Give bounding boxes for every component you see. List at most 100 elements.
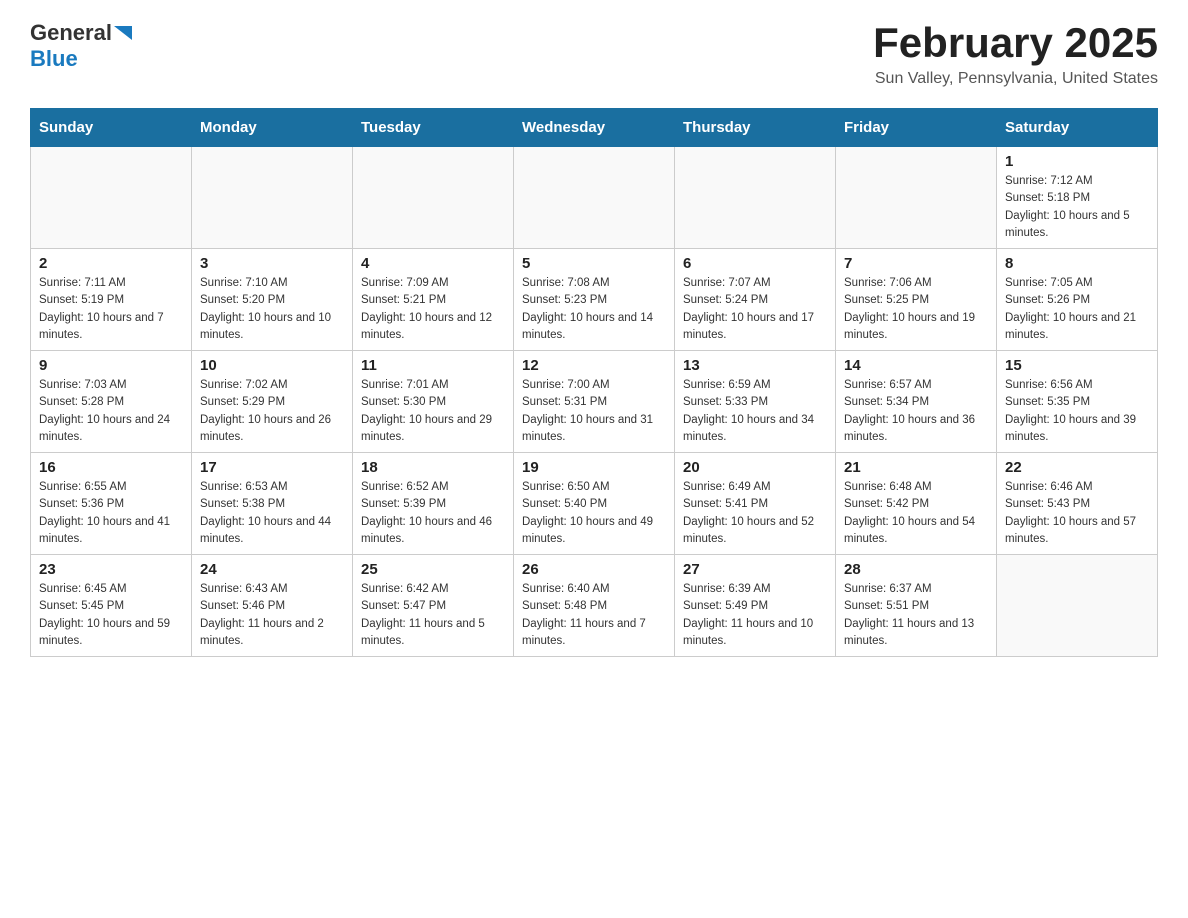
page-header: General Blue February 2025 Sun Valley, P… [30,20,1158,88]
table-row: 2 Sunrise: 7:11 AMSunset: 5:19 PMDaylight… [31,249,192,351]
table-row: 13Sunrise: 6:59 AMSunset: 5:33 PMDayligh… [675,351,836,453]
day-number: 28 [844,561,988,578]
table-row: 15 Sunrise: 6:56 AMSunset: 5:35 PMDayligh… [997,351,1158,453]
day-info: Sunrise: 6:42 AMSunset: 5:47 PMDaylight:… [361,581,505,650]
day-number: 11 [361,357,505,374]
day-number: 17 [200,459,344,476]
page-subtitle: Sun Valley, Pennsylvania, United States [873,70,1158,88]
table-row: 12Sunrise: 7:00 AMSunset: 5:31 PMDayligh… [514,351,675,453]
day-info: Sunrise: 7:10 AMSunset: 5:20 PMDaylight:… [200,275,344,344]
day-info: Sunrise: 7:12 AMSunset: 5:18 PMDaylight:… [1005,173,1149,242]
day-number: 16 [39,459,183,476]
table-row: 10 Sunrise: 7:02 AMSunset: 5:29 PMDayligh… [192,351,353,453]
table-row: 14Sunrise: 6:57 AMSunset: 5:34 PMDayligh… [836,351,997,453]
day-number: 20 [683,459,827,476]
day-info: Sunrise: 7:05 AMSunset: 5:26 PMDaylight:… [1005,275,1149,344]
table-row: 9 Sunrise: 7:03 AMSunset: 5:28 PMDaylight… [31,351,192,453]
day-number: 9 [39,357,183,374]
calendar-table: Sunday Monday Tuesday Wednesday Thursday… [30,108,1158,657]
col-tuesday: Tuesday [353,109,514,147]
day-info: Sunrise: 6:56 AMSunset: 5:35 PMDaylight:… [1005,377,1149,446]
day-info: Sunrise: 7:08 AMSunset: 5:23 PMDaylight:… [522,275,666,344]
table-row: 26 Sunrise: 6:40 AMSunset: 5:48 PMDayligh… [514,555,675,657]
logo-triangle-icon [114,22,136,44]
day-number: 3 [200,255,344,272]
table-row [675,147,836,249]
table-row: 19 Sunrise: 6:50 AMSunset: 5:40 PMDayligh… [514,453,675,555]
day-info: Sunrise: 7:03 AMSunset: 5:28 PMDaylight:… [39,377,183,446]
day-number: 19 [522,459,666,476]
day-info: Sunrise: 6:40 AMSunset: 5:48 PMDaylight:… [522,581,666,650]
table-row: 5Sunrise: 7:08 AMSunset: 5:23 PMDaylight… [514,249,675,351]
day-info: Sunrise: 7:09 AMSunset: 5:21 PMDaylight:… [361,275,505,344]
day-info: Sunrise: 6:43 AMSunset: 5:46 PMDaylight:… [200,581,344,650]
table-row: 6 Sunrise: 7:07 AMSunset: 5:24 PMDaylight… [675,249,836,351]
calendar-week-row: 16 Sunrise: 6:55 AMSunset: 5:36 PMDayligh… [31,453,1158,555]
day-number: 24 [200,561,344,578]
table-row: 3 Sunrise: 7:10 AMSunset: 5:20 PMDaylight… [192,249,353,351]
day-info: Sunrise: 6:39 AMSunset: 5:49 PMDaylight:… [683,581,827,650]
calendar-week-row: 1 Sunrise: 7:12 AMSunset: 5:18 PMDaylight… [31,147,1158,249]
day-info: Sunrise: 6:45 AMSunset: 5:45 PMDaylight:… [39,581,183,650]
table-row: 21 Sunrise: 6:48 AMSunset: 5:42 PMDayligh… [836,453,997,555]
day-info: Sunrise: 7:06 AMSunset: 5:25 PMDaylight:… [844,275,988,344]
table-row [997,555,1158,657]
day-info: Sunrise: 6:49 AMSunset: 5:41 PMDaylight:… [683,479,827,548]
col-wednesday: Wednesday [514,109,675,147]
table-row: 8 Sunrise: 7:05 AMSunset: 5:26 PMDaylight… [997,249,1158,351]
day-info: Sunrise: 6:48 AMSunset: 5:42 PMDaylight:… [844,479,988,548]
day-info: Sunrise: 6:53 AMSunset: 5:38 PMDaylight:… [200,479,344,548]
calendar-week-row: 2 Sunrise: 7:11 AMSunset: 5:19 PMDaylight… [31,249,1158,351]
table-row: 22 Sunrise: 6:46 AMSunset: 5:43 PMDayligh… [997,453,1158,555]
day-info: Sunrise: 6:37 AMSunset: 5:51 PMDaylight:… [844,581,988,650]
day-info: Sunrise: 6:52 AMSunset: 5:39 PMDaylight:… [361,479,505,548]
table-row [31,147,192,249]
table-row: 25 Sunrise: 6:42 AMSunset: 5:47 PMDayligh… [353,555,514,657]
day-number: 23 [39,561,183,578]
title-block: February 2025 Sun Valley, Pennsylvania, … [873,20,1158,88]
day-info: Sunrise: 7:02 AMSunset: 5:29 PMDaylight:… [200,377,344,446]
day-number: 4 [361,255,505,272]
day-number: 26 [522,561,666,578]
day-info: Sunrise: 7:00 AMSunset: 5:31 PMDaylight:… [522,377,666,446]
table-row: 4 Sunrise: 7:09 AMSunset: 5:21 PMDaylight… [353,249,514,351]
day-number: 13 [683,357,827,374]
logo-blue-text: Blue [30,46,78,71]
day-number: 6 [683,255,827,272]
day-number: 1 [1005,153,1149,170]
table-row [514,147,675,249]
day-info: Sunrise: 6:55 AMSunset: 5:36 PMDaylight:… [39,479,183,548]
table-row [192,147,353,249]
day-number: 14 [844,357,988,374]
day-info: Sunrise: 6:46 AMSunset: 5:43 PMDaylight:… [1005,479,1149,548]
day-info: Sunrise: 7:07 AMSunset: 5:24 PMDaylight:… [683,275,827,344]
col-thursday: Thursday [675,109,836,147]
day-info: Sunrise: 6:50 AMSunset: 5:40 PMDaylight:… [522,479,666,548]
day-number: 21 [844,459,988,476]
col-monday: Monday [192,109,353,147]
col-saturday: Saturday [997,109,1158,147]
table-row: 27 Sunrise: 6:39 AMSunset: 5:49 PMDayligh… [675,555,836,657]
day-number: 8 [1005,255,1149,272]
day-number: 22 [1005,459,1149,476]
col-sunday: Sunday [31,109,192,147]
day-number: 10 [200,357,344,374]
table-row: 23 Sunrise: 6:45 AMSunset: 5:45 PMDayligh… [31,555,192,657]
day-info: Sunrise: 7:11 AMSunset: 5:19 PMDaylight:… [39,275,183,344]
calendar-week-row: 9 Sunrise: 7:03 AMSunset: 5:28 PMDaylight… [31,351,1158,453]
logo-general-text: General [30,20,112,46]
day-number: 2 [39,255,183,272]
table-row: 7 Sunrise: 7:06 AMSunset: 5:25 PMDaylight… [836,249,997,351]
day-number: 7 [844,255,988,272]
day-number: 25 [361,561,505,578]
table-row [836,147,997,249]
col-friday: Friday [836,109,997,147]
day-number: 27 [683,561,827,578]
table-row: 24 Sunrise: 6:43 AMSunset: 5:46 PMDayligh… [192,555,353,657]
table-row: 11Sunrise: 7:01 AMSunset: 5:30 PMDayligh… [353,351,514,453]
day-number: 15 [1005,357,1149,374]
page-title: February 2025 [873,20,1158,66]
calendar-week-row: 23 Sunrise: 6:45 AMSunset: 5:45 PMDayligh… [31,555,1158,657]
table-row: 18 Sunrise: 6:52 AMSunset: 5:39 PMDayligh… [353,453,514,555]
day-number: 18 [361,459,505,476]
